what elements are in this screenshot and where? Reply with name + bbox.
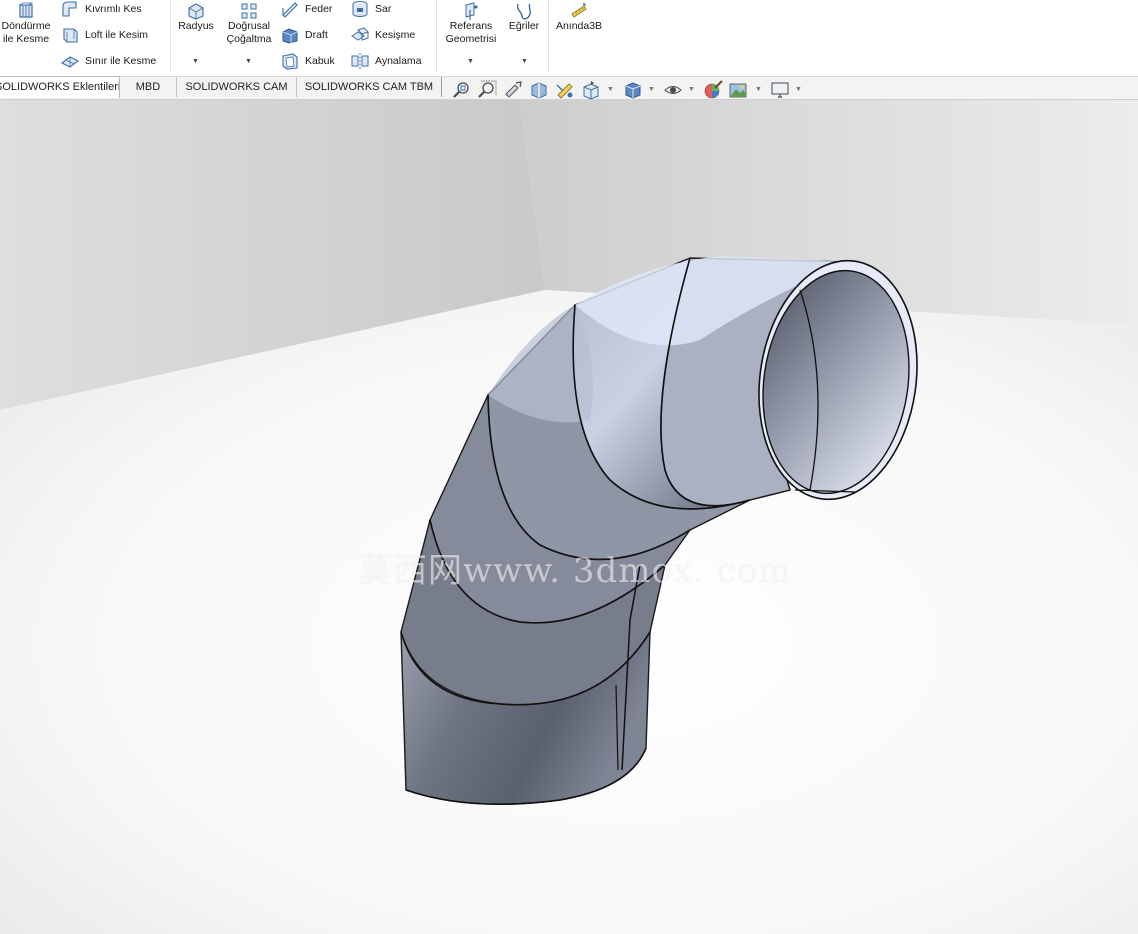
shell-icon xyxy=(282,53,298,70)
reference-geometry-label-2: Geometrisi xyxy=(445,33,497,45)
view-settings-dropdown-icon[interactable]: ▼ xyxy=(795,86,802,93)
reference-geometry-button[interactable]: Referans Geometrisi xyxy=(440,2,502,46)
fillet-label: Radyus xyxy=(178,20,214,32)
revolve-cut-label-1: Döndürme xyxy=(1,20,51,32)
draft-icon xyxy=(282,28,298,44)
draft-button[interactable]: Draft xyxy=(280,25,328,45)
linear-pattern-dropdown-icon[interactable]: ▼ xyxy=(245,58,252,65)
ribbon-separator xyxy=(548,0,549,72)
fillet-icon xyxy=(188,3,204,20)
tab-solidworks-cam-tbm[interactable]: SOLIDWORKS CAM TBM xyxy=(297,77,442,97)
watermark-text: 莫西网www. 3dmox. com xyxy=(358,551,792,591)
fillet-button[interactable]: Radyus xyxy=(174,2,218,33)
intersect-button[interactable]: Kesişme xyxy=(350,25,415,45)
instant3d-icon xyxy=(571,2,587,18)
zoom-to-fit-icon[interactable] xyxy=(452,80,472,100)
view-orientation-icon[interactable] xyxy=(581,80,601,100)
view-settings-icon[interactable] xyxy=(770,80,790,100)
rib-label: Feder xyxy=(305,3,333,15)
apply-scene-dropdown-icon[interactable]: ▼ xyxy=(755,86,762,93)
fillet-dropdown-icon[interactable]: ▼ xyxy=(192,58,199,65)
draft-label: Draft xyxy=(305,29,328,41)
tab-label: SOLIDWORKS CAM TBM xyxy=(304,81,434,93)
command-manager-ribbon: Döndürme ile Kesme Kıvrımlı Kes Loft ile… xyxy=(0,0,1138,77)
boundary-cut-icon xyxy=(60,56,80,68)
linear-pattern-button[interactable]: Doğrusal Çoğaltma xyxy=(222,2,276,46)
rib-icon xyxy=(282,2,298,18)
mirror-icon xyxy=(351,53,369,69)
intersect-icon xyxy=(351,27,369,41)
revolve-cut-icon xyxy=(18,2,34,18)
display-style-icon[interactable] xyxy=(623,80,643,100)
tab-mbd[interactable]: MBD xyxy=(120,77,177,97)
curves-button[interactable]: Eğriler xyxy=(504,2,544,33)
reference-geometry-icon xyxy=(465,2,478,20)
loft-cut-button[interactable]: Loft ile Kesim xyxy=(60,25,148,45)
mirror-button[interactable]: Aynalama xyxy=(350,51,422,71)
boundary-cut-label: Sınır ile Kesme xyxy=(85,55,157,67)
hide-show-items-icon[interactable] xyxy=(663,80,683,100)
curves-label: Eğriler xyxy=(508,20,540,32)
wrap-label: Sar xyxy=(375,3,392,15)
boundary-cut-button[interactable]: Sınır ile Kesme xyxy=(60,51,156,71)
revolve-cut-button[interactable]: Döndürme ile Kesme xyxy=(0,2,54,46)
view-orientation-dropdown-icon[interactable]: ▼ xyxy=(607,86,614,93)
tab-solidworks-addins[interactable]: SOLIDWORKS Eklentileri xyxy=(0,76,120,98)
shell-label: Kabuk xyxy=(305,55,335,67)
zoom-to-area-icon[interactable] xyxy=(477,80,497,100)
loft-cut-icon xyxy=(63,28,78,43)
swept-cut-icon xyxy=(62,1,77,17)
revolve-cut-label-2: ile Kesme xyxy=(2,33,50,45)
tab-label: MBD xyxy=(135,81,161,93)
hide-show-dropdown-icon[interactable]: ▼ xyxy=(688,86,695,93)
ribbon-separator xyxy=(436,0,437,72)
intersect-label: Kesişme xyxy=(375,29,416,41)
apply-scene-icon[interactable] xyxy=(728,80,748,100)
scene-canvas[interactable] xyxy=(0,100,1138,934)
rib-button[interactable]: Feder xyxy=(280,0,332,19)
wrap-icon xyxy=(352,1,368,17)
wrap-button[interactable]: Sar xyxy=(350,0,391,19)
swept-cut-label: Kıvrımlı Kes xyxy=(85,3,142,15)
tab-label: SOLIDWORKS Eklentileri xyxy=(0,81,120,93)
linear-pattern-label-1: Doğrusal xyxy=(227,20,271,32)
reference-geometry-dropdown-icon[interactable]: ▼ xyxy=(467,58,474,65)
display-style-dropdown-icon[interactable]: ▼ xyxy=(648,86,655,93)
curves-dropdown-icon[interactable]: ▼ xyxy=(521,58,528,65)
previous-view-icon[interactable] xyxy=(503,80,523,100)
shell-button[interactable]: Kabuk xyxy=(280,51,335,71)
instant3d-button[interactable]: Anında3B xyxy=(552,2,606,33)
tab-solidworks-cam[interactable]: SOLIDWORKS CAM xyxy=(177,77,297,97)
loft-cut-label: Loft ile Kesim xyxy=(85,29,149,41)
section-view-icon[interactable] xyxy=(529,80,549,100)
mirror-label: Aynalama xyxy=(375,55,422,67)
swept-cut-button[interactable]: Kıvrımlı Kes xyxy=(60,0,142,19)
tab-label: SOLIDWORKS CAM xyxy=(185,81,288,93)
linear-pattern-label-2: Çoğaltma xyxy=(226,33,272,45)
reference-geometry-label-1: Referans xyxy=(449,20,493,32)
instant3d-label: Anında3B xyxy=(555,20,603,32)
dynamic-annotation-icon[interactable] xyxy=(555,80,575,100)
edit-appearance-icon[interactable] xyxy=(703,80,723,100)
linear-pattern-icon xyxy=(241,3,257,19)
ribbon-separator xyxy=(170,0,171,72)
curves-icon xyxy=(516,3,531,20)
graphics-area[interactable]: 莫西网www. 3dmox. com xyxy=(0,100,1138,934)
